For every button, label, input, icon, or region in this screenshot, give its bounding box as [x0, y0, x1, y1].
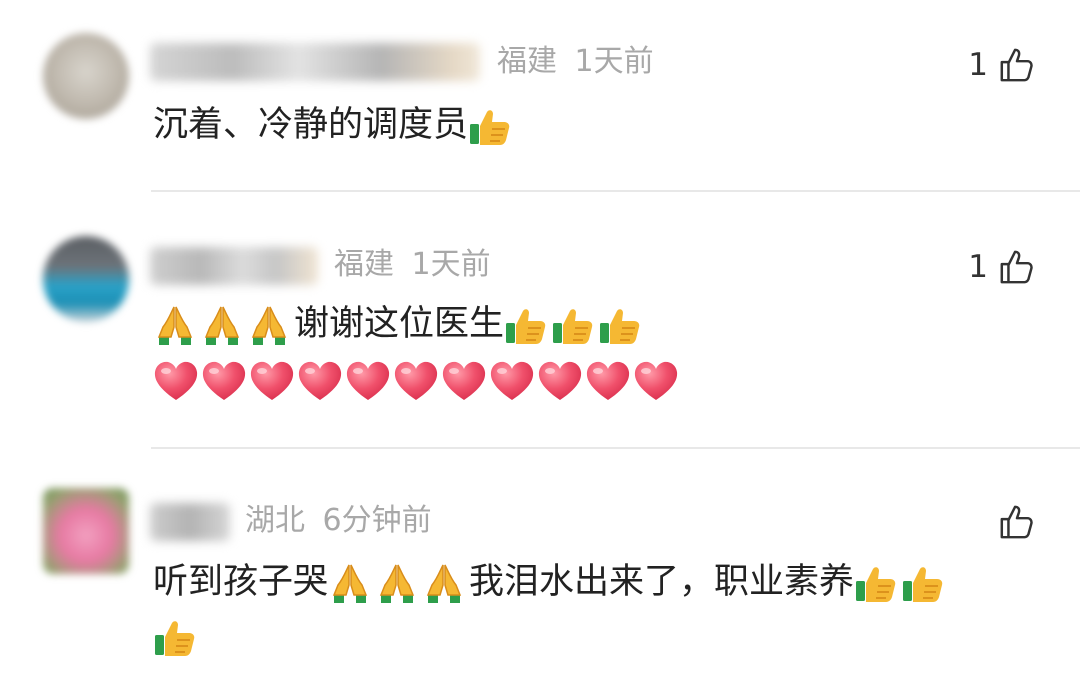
thumbs-up-emoji-icon: [598, 303, 642, 347]
like-button[interactable]: 1: [968, 247, 1036, 287]
comment-text-content: 听到孩子哭: [153, 562, 329, 602]
username-blurred[interactable]: [150, 43, 480, 81]
comment-meta: 湖北 6分钟前: [245, 502, 432, 540]
location: 福建: [497, 44, 557, 79]
timestamp: 6分钟前: [322, 503, 432, 538]
thumbs-up-emoji-icon: [504, 303, 548, 347]
heart-emoji-icon: [393, 360, 439, 402]
comment-3: 湖北 6分钟前 听到孩子哭 我泪水出来了，职业素养: [0, 450, 1080, 688]
like-button[interactable]: [988, 503, 1036, 541]
location: 湖北: [245, 503, 305, 538]
comment-text: 听到孩子哭 我泪水出来了，职业素养: [153, 558, 948, 606]
like-count: 1: [968, 47, 988, 83]
avatar[interactable]: [43, 33, 129, 119]
comment-meta: 福建 1天前: [334, 246, 491, 284]
comment-text-content: 沉着、冷静的调度员: [153, 105, 469, 145]
comment-text: 沉着、冷静的调度员: [153, 101, 515, 149]
thumbs-up-emoji-icon: [854, 561, 898, 605]
thumbs-up-outline-icon: [998, 248, 1036, 286]
avatar[interactable]: [43, 488, 129, 574]
folded-hands-emoji-icon: [375, 561, 419, 605]
heart-emoji-icon: [153, 360, 199, 402]
heart-emoji-icon: [585, 360, 631, 402]
timestamp: 1天前: [411, 247, 491, 282]
thumbs-up-emoji-icon: [551, 303, 595, 347]
avatar[interactable]: [43, 236, 129, 322]
like-count: 1: [968, 249, 988, 285]
location: 福建: [334, 247, 394, 282]
comment-emoji-line: [153, 356, 681, 404]
username-blurred[interactable]: [150, 503, 230, 541]
heart-emoji-icon: [633, 360, 679, 402]
comment-meta: 福建 1天前: [497, 43, 654, 81]
heart-emoji-icon: [441, 360, 487, 402]
thumbs-up-emoji-icon: [153, 615, 197, 659]
comment-text-content: 谢谢这位医生: [294, 304, 505, 344]
comment-emoji-line: [153, 612, 200, 660]
thumbs-up-emoji-icon: [468, 104, 512, 148]
comment-text: 谢谢这位医生: [153, 300, 645, 348]
comment-1: 福建 1天前 1 沉着、冷静的调度员: [0, 0, 1080, 192]
folded-hands-emoji-icon: [422, 561, 466, 605]
folded-hands-emoji-icon: [153, 303, 197, 347]
timestamp: 1天前: [574, 44, 654, 79]
thumbs-up-emoji-icon: [901, 561, 945, 605]
folded-hands-emoji-icon: [200, 303, 244, 347]
heart-emoji-icon: [201, 360, 247, 402]
username-blurred[interactable]: [150, 247, 318, 285]
divider: [151, 447, 1080, 449]
folded-hands-emoji-icon: [328, 561, 372, 605]
folded-hands-emoji-icon: [247, 303, 291, 347]
heart-emoji-icon: [297, 360, 343, 402]
comment-2: 福建 1天前 1 谢谢这位医生: [0, 192, 1080, 450]
heart-emoji-icon: [537, 360, 583, 402]
comment-text-content: 我泪水出来了，职业素养: [469, 562, 855, 602]
like-button[interactable]: 1: [968, 45, 1036, 85]
heart-emoji-icon: [249, 360, 295, 402]
heart-emoji-icon: [489, 360, 535, 402]
heart-emoji-icon: [345, 360, 391, 402]
thumbs-up-outline-icon: [998, 503, 1036, 541]
thumbs-up-outline-icon: [998, 46, 1036, 84]
